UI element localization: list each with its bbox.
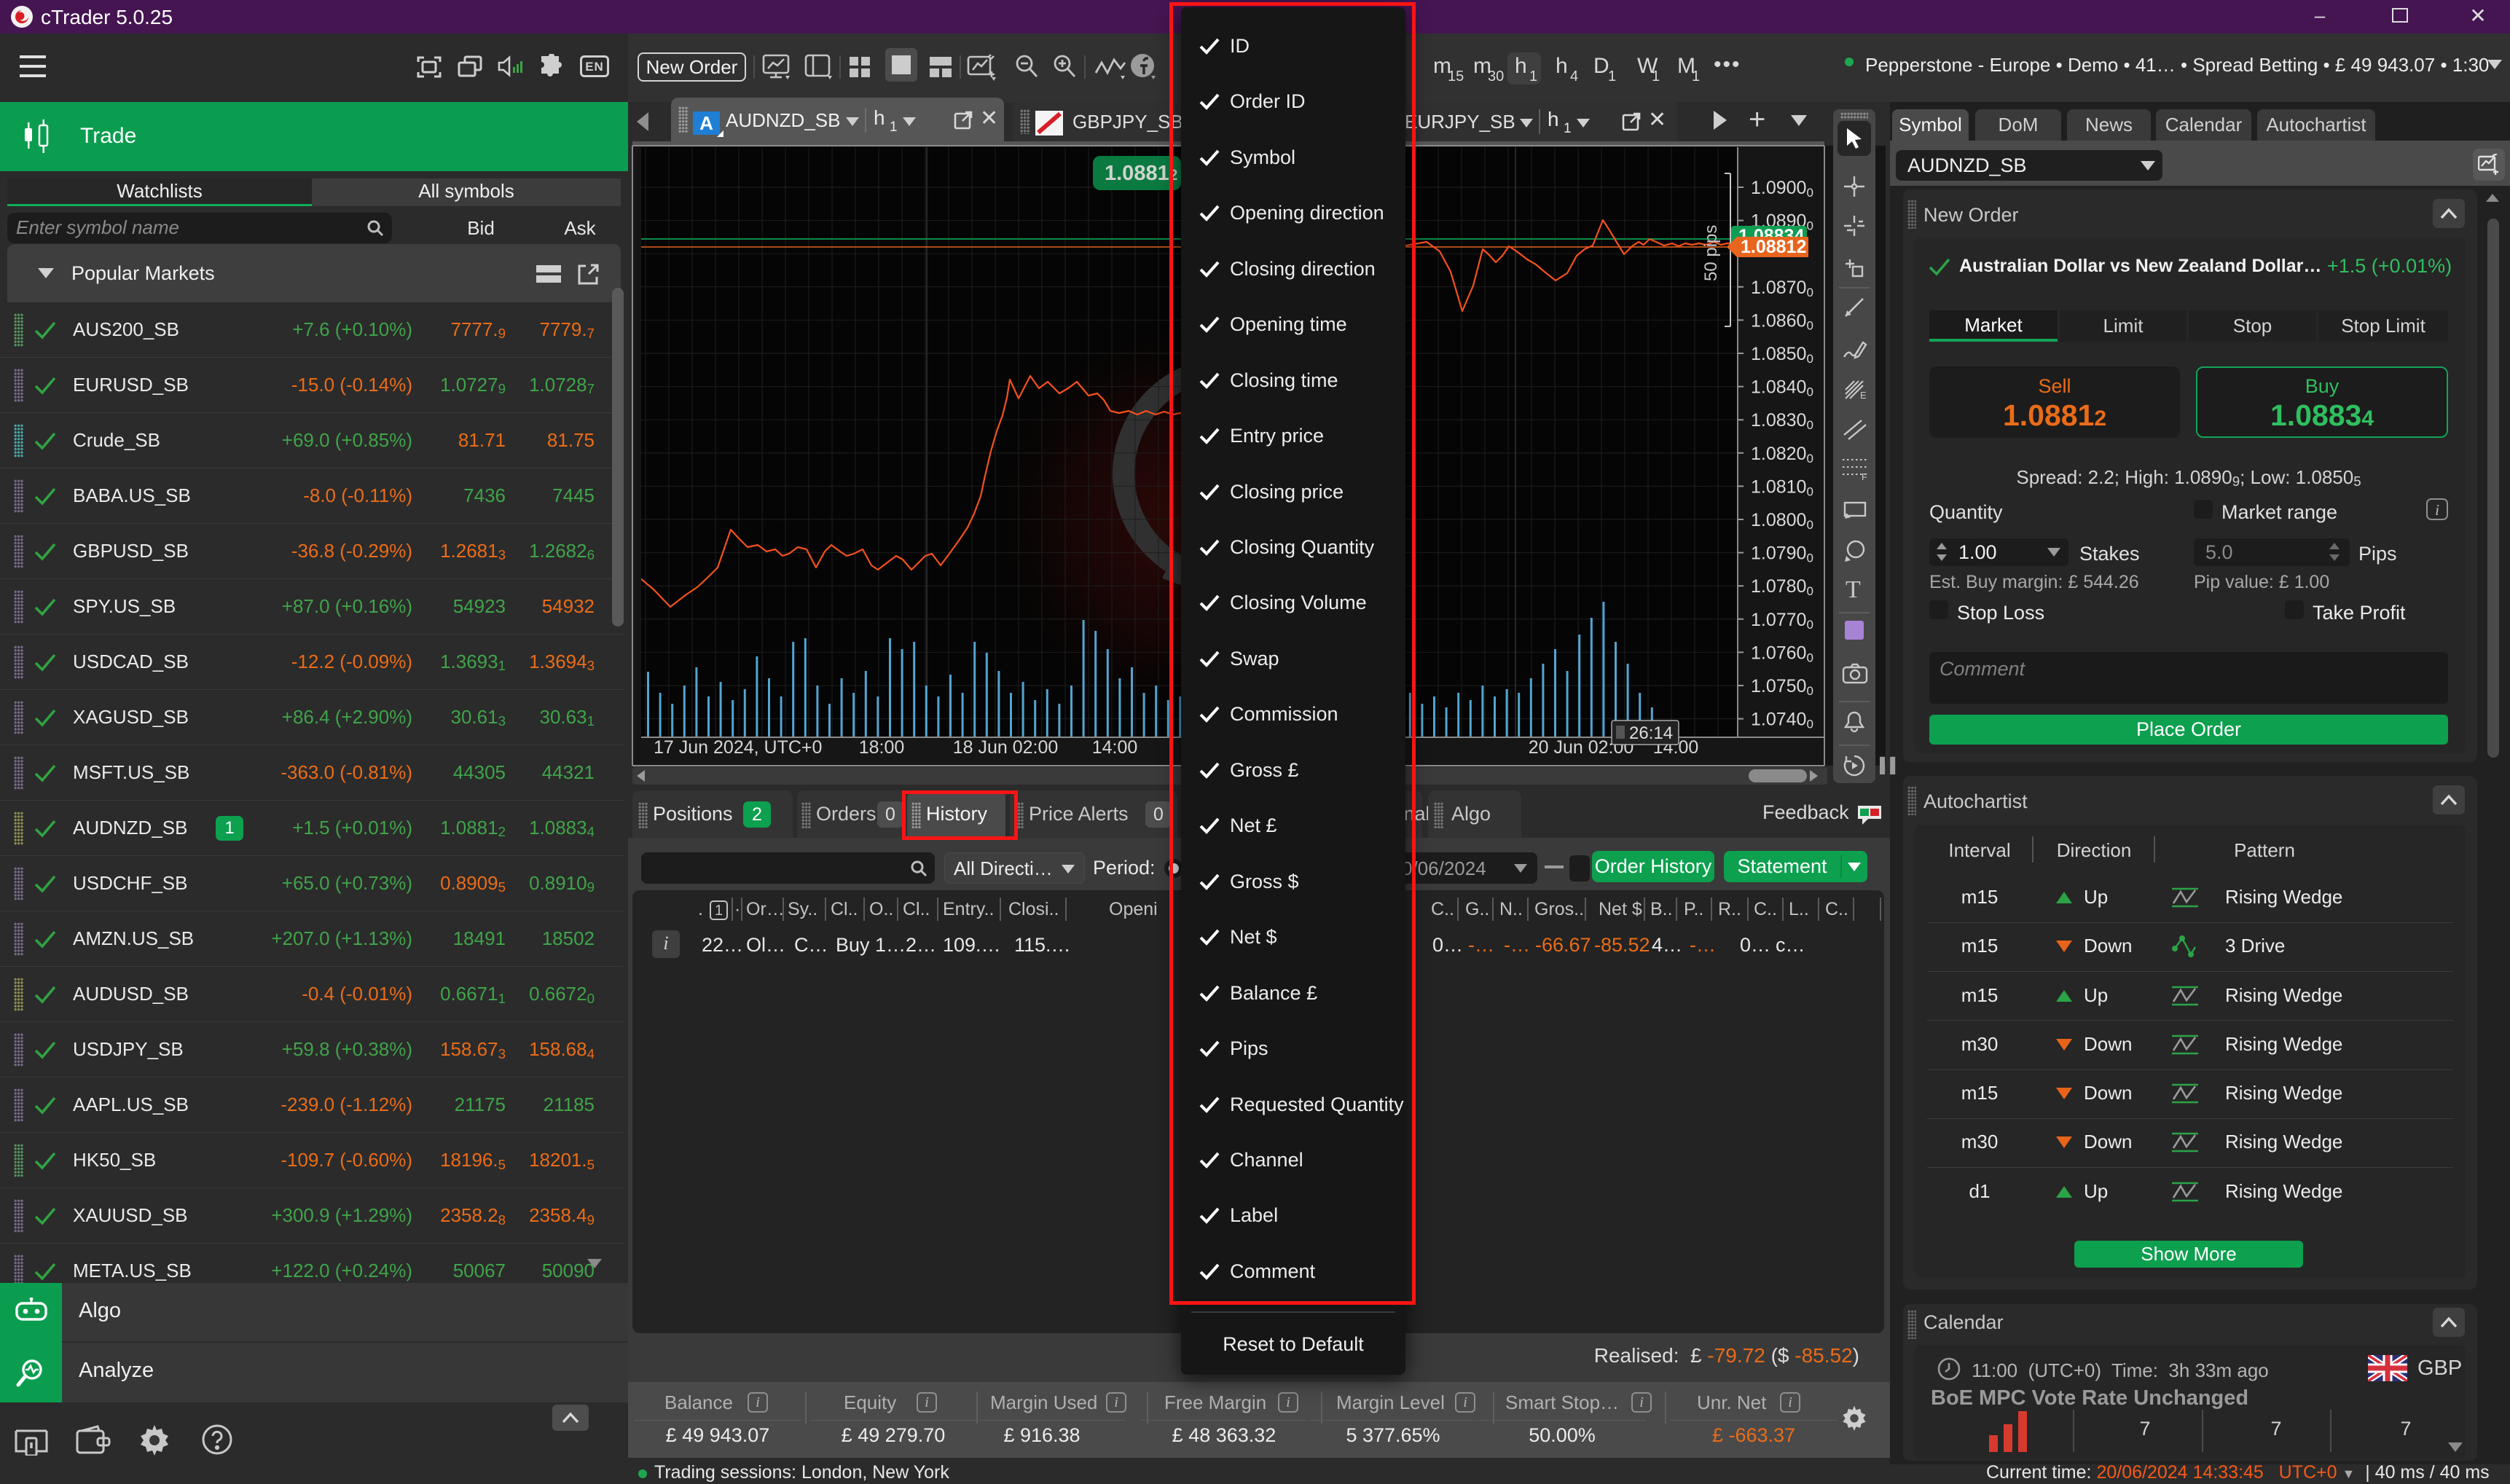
svg-text:F: F bbox=[1862, 471, 1867, 480]
svg-text:1.08400: 1.08400 bbox=[1751, 377, 1813, 399]
svg-text:18 Jun 02:00: 18 Jun 02:00 bbox=[953, 737, 1059, 758]
svg-text:1.07600: 1.07600 bbox=[1751, 643, 1813, 664]
svg-text:1.08000: 1.08000 bbox=[1751, 510, 1813, 532]
svg-text:1.08200: 1.08200 bbox=[1751, 444, 1813, 466]
svg-text:1.07400: 1.07400 bbox=[1751, 710, 1813, 731]
svg-text:50 pips: 50 pips bbox=[1701, 225, 1721, 281]
svg-text:26:14: 26:14 bbox=[1629, 723, 1673, 743]
svg-text:E: E bbox=[1860, 390, 1867, 401]
svg-text:1.08600: 1.08600 bbox=[1751, 310, 1813, 332]
svg-text:1.08700: 1.08700 bbox=[1751, 278, 1813, 299]
svg-text:1.09000: 1.09000 bbox=[1751, 178, 1813, 200]
svg-text:18:00: 18:00 bbox=[859, 737, 905, 758]
svg-text:14:00: 14:00 bbox=[1092, 737, 1138, 758]
svg-text:1.07500: 1.07500 bbox=[1751, 676, 1813, 698]
svg-text:1.08100: 1.08100 bbox=[1751, 476, 1813, 498]
svg-text:1.07800: 1.07800 bbox=[1751, 576, 1813, 598]
svg-text:1.08812: 1.08812 bbox=[1741, 237, 1806, 257]
svg-text:1.08812: 1.08812 bbox=[1105, 162, 1177, 185]
svg-text:1.07700: 1.07700 bbox=[1751, 610, 1813, 632]
svg-text:1.08500: 1.08500 bbox=[1751, 344, 1813, 366]
svg-text:1.08300: 1.08300 bbox=[1751, 410, 1813, 432]
svg-text:1.07900: 1.07900 bbox=[1751, 543, 1813, 565]
svg-text:17 Jun 2024, UTC+0: 17 Jun 2024, UTC+0 bbox=[654, 737, 822, 758]
